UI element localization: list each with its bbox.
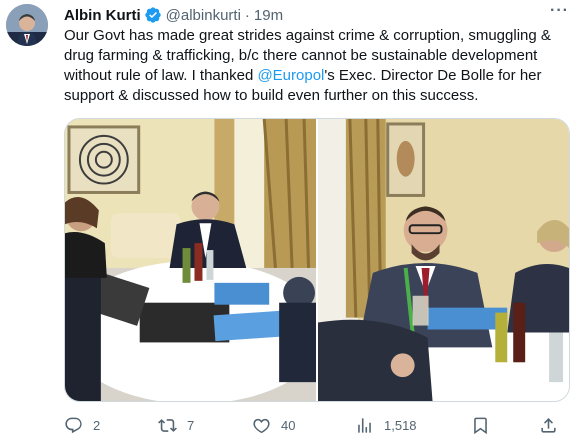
views-button[interactable]: 1,518	[355, 416, 417, 435]
separator-dot: ·	[244, 6, 250, 24]
share-button[interactable]	[539, 416, 558, 435]
author-handle[interactable]: @albinkurti	[166, 7, 241, 24]
tweet-text: Our Govt has made great strides against …	[64, 26, 569, 106]
reply-count: 2	[93, 417, 101, 433]
reply-icon	[65, 417, 82, 433]
timestamp[interactable]: 19m	[254, 7, 283, 24]
retweet-count: 7	[187, 417, 195, 433]
bookmark-icon	[474, 417, 487, 434]
tweet-header: Albin Kurti @albinkurti · 19m	[64, 5, 283, 25]
share-icon	[541, 417, 556, 433]
verified-badge-icon	[144, 6, 162, 24]
photo-right[interactable]	[318, 119, 569, 401]
like-icon	[253, 418, 270, 433]
media-grid	[64, 118, 570, 402]
retweet-icon	[158, 418, 177, 432]
avatar[interactable]	[6, 4, 48, 46]
mention-link[interactable]: @Europol	[257, 67, 324, 84]
like-count: 40	[281, 417, 296, 433]
like-button[interactable]: 40	[252, 416, 295, 435]
photo-left[interactable]	[65, 119, 316, 401]
retweet-button[interactable]: 7	[158, 416, 194, 435]
views-count: 1,518	[384, 417, 417, 433]
bookmark-button[interactable]	[471, 416, 490, 435]
more-icon[interactable]: ···	[550, 2, 569, 20]
views-icon	[358, 417, 371, 433]
author-name[interactable]: Albin Kurti	[64, 7, 141, 24]
reply-button[interactable]: 2	[64, 416, 100, 435]
action-bar: 2 7 40 1,518	[64, 414, 569, 436]
